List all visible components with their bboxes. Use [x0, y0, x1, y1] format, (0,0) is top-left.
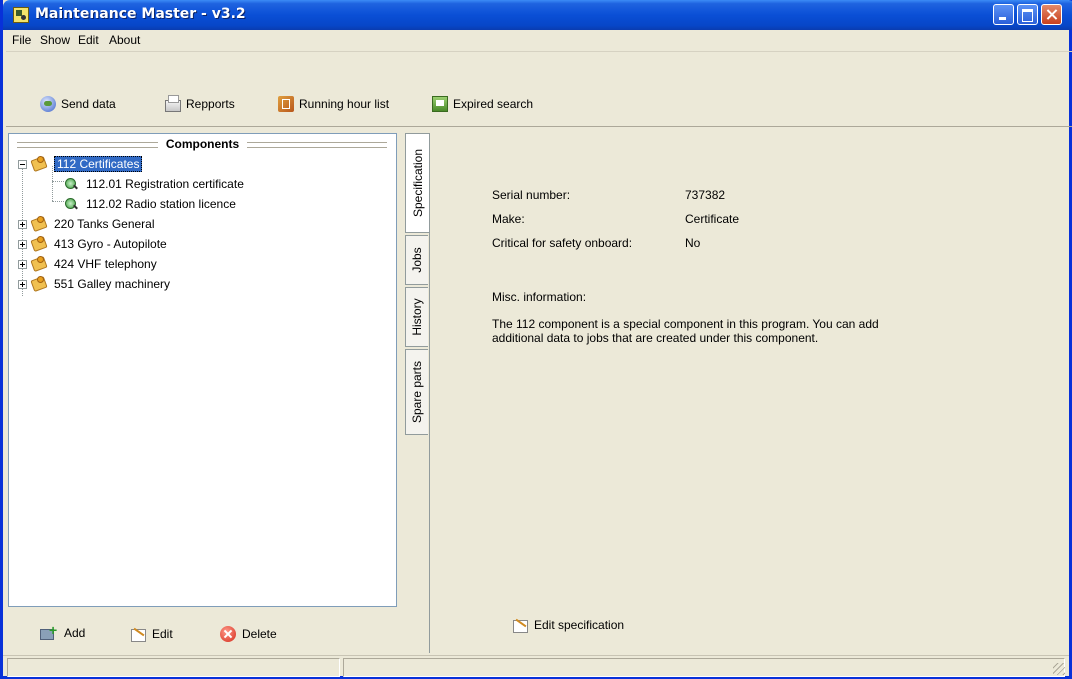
tree-node-label: 424 VHF telephony	[54, 257, 157, 271]
expired-search-icon	[432, 96, 448, 112]
edit-button[interactable]: Edit	[130, 626, 173, 642]
component-icon	[30, 236, 48, 252]
component-icon	[30, 156, 48, 172]
tree-node-220[interactable]: 220 Tanks General	[18, 214, 155, 234]
expand-toggle[interactable]	[18, 259, 27, 269]
make-value: Certificate	[685, 212, 740, 226]
component-icon	[30, 216, 48, 232]
send-data-label: Send data	[61, 97, 116, 111]
menu-bar: File Show Edit About	[6, 30, 1072, 52]
running-hour-list-button[interactable]: Running hour list	[278, 94, 389, 114]
add-label: Add	[64, 626, 86, 640]
app-icon	[13, 7, 29, 23]
repports-label: Repports	[186, 97, 235, 111]
tree-node-label: 112.01 Registration certificate	[86, 177, 244, 191]
tree-node-label: 112 Certificates	[54, 156, 143, 172]
edit-icon	[130, 626, 146, 642]
tree-node-413[interactable]: 413 Gyro - Autopilote	[18, 234, 167, 254]
make-label: Make:	[492, 212, 525, 226]
specification-panel: Serial number: 737382 Make: Certificate …	[429, 133, 1068, 653]
maximize-button[interactable]	[1017, 4, 1038, 25]
tab-specification[interactable]: Specification	[405, 133, 430, 233]
critical-value: No	[685, 236, 701, 250]
status-pane-right	[343, 658, 1065, 677]
components-panel: Components 112 Certificates 112.01 Regis…	[8, 133, 397, 607]
globe-icon	[40, 96, 56, 112]
edit-specification-label: Edit specification	[534, 618, 625, 632]
delete-button[interactable]: Delete	[220, 626, 277, 642]
running-hour-list-label: Running hour list	[299, 97, 390, 111]
menu-about[interactable]: About	[109, 33, 140, 47]
critical-label: Critical for safety onboard:	[492, 236, 633, 250]
close-button[interactable]	[1041, 4, 1062, 25]
toolbar: Send data Repports Running hour list Exp…	[6, 52, 1072, 127]
repports-button[interactable]: Repports	[165, 94, 235, 114]
send-data-button[interactable]: Send data	[40, 94, 116, 114]
tree-node-551[interactable]: 551 Galley machinery	[18, 274, 170, 294]
tree-node-label: 551 Galley machinery	[54, 277, 171, 291]
status-pane-left	[7, 658, 340, 677]
edit-label: Edit	[152, 627, 173, 641]
expand-toggle[interactable]	[18, 239, 27, 249]
components-header: Components	[9, 134, 396, 154]
expand-toggle[interactable]	[18, 279, 27, 289]
hour-list-icon	[278, 96, 294, 112]
delete-icon	[220, 626, 236, 642]
misc-info-label: Misc. information:	[492, 290, 587, 304]
printer-icon	[165, 95, 181, 112]
tree-node-label: 220 Tanks General	[54, 217, 155, 231]
serial-number-value: 737382	[685, 188, 726, 202]
minimize-button[interactable]	[993, 4, 1014, 25]
serial-number-label: Serial number:	[492, 188, 571, 202]
job-icon	[64, 196, 80, 212]
tree-node-label: 112.02 Radio station licence	[86, 197, 236, 211]
menu-file[interactable]: File	[12, 33, 31, 47]
add-icon	[40, 622, 58, 640]
component-icon	[30, 276, 48, 292]
title-bar[interactable]: Maintenance Master - v3.2	[3, 0, 1072, 30]
window-title: Maintenance Master - v3.2	[35, 6, 246, 22]
misc-info-text: The 112 component is a special component…	[492, 317, 879, 345]
resize-grip-icon[interactable]	[1053, 663, 1065, 675]
edit-icon	[512, 617, 528, 633]
edit-specification-button[interactable]: Edit specification	[512, 617, 624, 633]
expired-search-label: Expired search	[453, 97, 534, 111]
tab-jobs[interactable]: Jobs	[405, 235, 428, 285]
tab-history[interactable]: History	[405, 287, 428, 347]
collapse-toggle[interactable]	[18, 159, 27, 169]
menu-edit[interactable]: Edit	[78, 33, 99, 47]
tree-node-424[interactable]: 424 VHF telephony	[18, 254, 157, 274]
menu-show[interactable]: Show	[40, 33, 70, 47]
tab-spare-parts[interactable]: Spare parts	[405, 349, 428, 435]
tree-node-112-02[interactable]: 112.02 Radio station licence	[64, 194, 236, 214]
component-icon	[30, 256, 48, 272]
delete-label: Delete	[242, 627, 277, 641]
job-icon	[64, 176, 80, 192]
expand-toggle[interactable]	[18, 219, 27, 229]
tree-node-112-01[interactable]: 112.01 Registration certificate	[64, 174, 244, 194]
add-button[interactable]: Add	[40, 622, 86, 640]
components-title: Components	[157, 137, 248, 151]
expired-search-button[interactable]: Expired search	[432, 94, 533, 114]
detail-tabs: Specification Jobs History Spare parts	[405, 133, 430, 653]
tree-node-112[interactable]: 112 Certificates	[18, 154, 143, 174]
status-bar	[3, 655, 1069, 677]
tree-node-label: 413 Gyro - Autopilote	[54, 237, 167, 251]
